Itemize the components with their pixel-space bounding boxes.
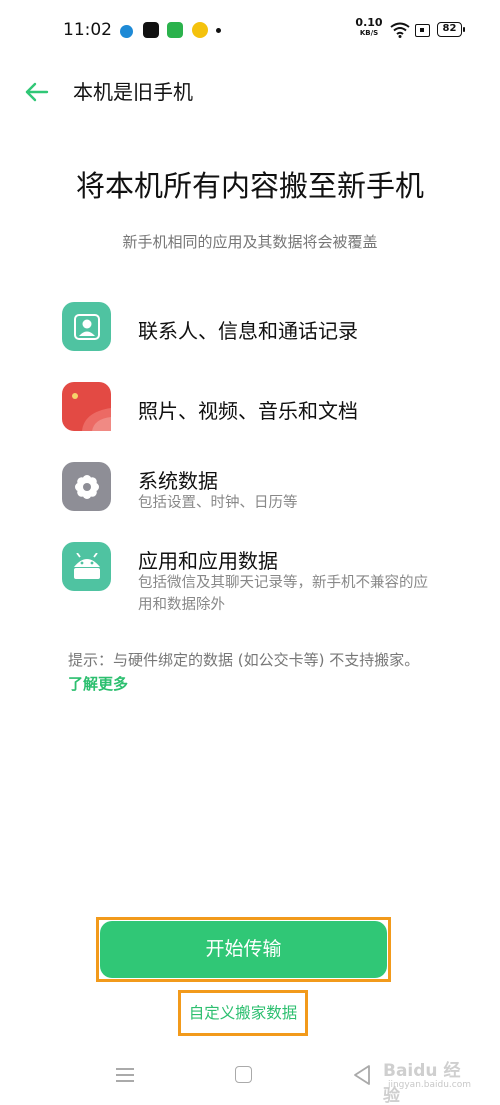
home-icon[interactable]: [235, 1066, 252, 1083]
item-description: 包括设置、时钟、日历等: [138, 495, 298, 511]
item-title: 联系人、信息和通话记录: [138, 319, 358, 343]
custom-transfer-link[interactable]: 自定义搬家数据: [178, 990, 308, 1036]
menu-icon[interactable]: [116, 1067, 134, 1083]
notification-app-icon: [143, 22, 159, 38]
notification-tv-icon: [167, 22, 183, 38]
start-transfer-button[interactable]: 开始传输: [100, 921, 387, 978]
item-title: 系统数据: [138, 469, 218, 493]
subheadline: 新手机相同的应用及其数据将会被覆盖: [122, 233, 378, 251]
status-time: 11:02: [63, 20, 112, 40]
notification-smiley-icon: [192, 22, 208, 38]
network-speed-value: 0.10: [355, 16, 383, 29]
app-bar: 本机是旧手机: [0, 62, 500, 120]
network-speed-unit: KB/S: [359, 29, 379, 37]
learn-more-link[interactable]: 了解更多: [68, 675, 128, 693]
baidu-watermark: Baidu 经验 jingyan.baidu.com: [383, 1050, 483, 1105]
notification-blue-dot-icon: [120, 25, 133, 38]
contacts-icon: [62, 302, 111, 351]
watermark-sub: jingyan.baidu.com: [387, 1080, 471, 1090]
headline: 将本机所有内容搬至新手机: [75, 169, 424, 203]
more-notifications-dot-icon: [216, 28, 221, 33]
android-app-icon: [62, 542, 111, 591]
item-title: 照片、视频、音乐和文档: [138, 399, 358, 423]
hint-body: 提示：与硬件绑定的数据 (如公交卡等) 不支持搬家。: [68, 651, 420, 669]
photos-icon: [62, 382, 111, 431]
hint-text: 提示：与硬件绑定的数据 (如公交卡等) 不支持搬家。了解更多: [68, 648, 428, 696]
status-bar: 11:02 0.10 KB/S 82: [0, 0, 500, 62]
back-arrow-icon[interactable]: [20, 76, 52, 108]
sim-icon: [415, 24, 430, 37]
system-gear-icon: [62, 462, 111, 511]
wifi-icon: [390, 22, 410, 38]
page-title: 本机是旧手机: [73, 80, 193, 104]
item-description: 包括微信及其聊天记录等，新手机不兼容的应用和数据除外: [138, 575, 428, 613]
battery-icon: 82: [437, 22, 465, 37]
item-title: 应用和应用数据: [138, 549, 278, 573]
back-triangle-icon[interactable]: [352, 1064, 372, 1086]
network-speed: 0.10 KB/S: [354, 16, 384, 38]
